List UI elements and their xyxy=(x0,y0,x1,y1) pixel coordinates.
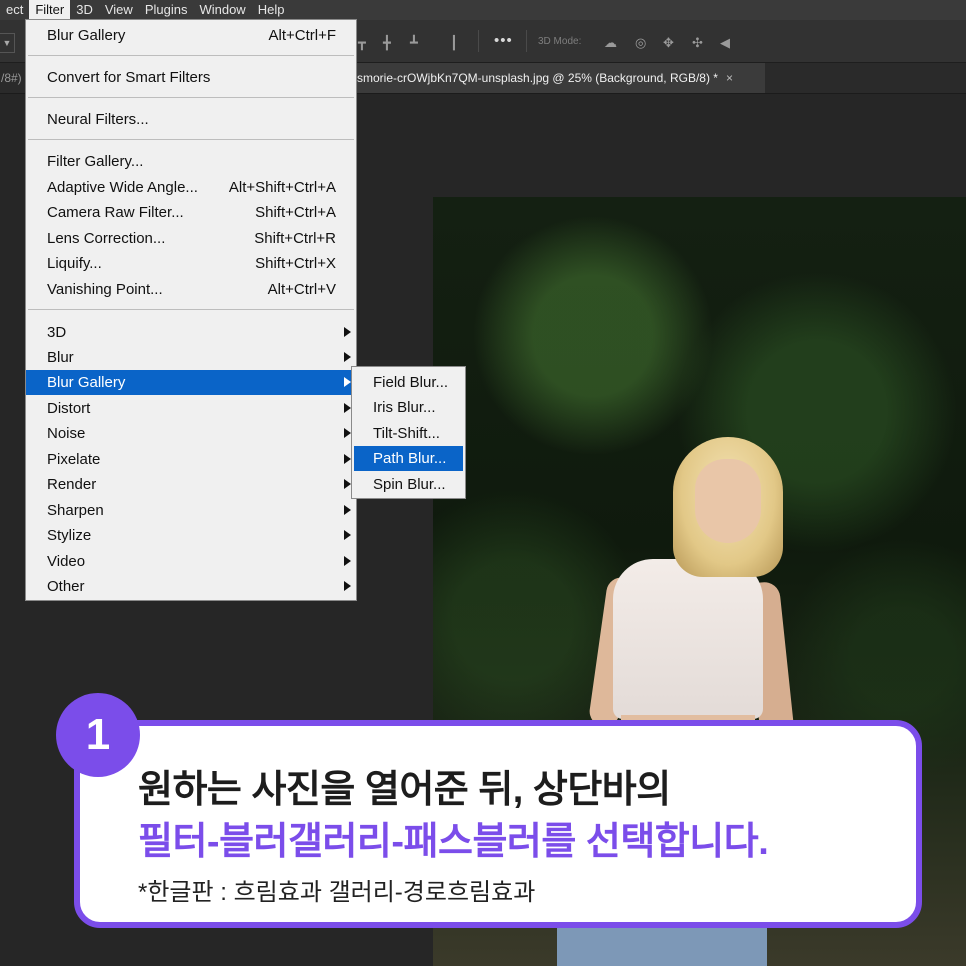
menu-divider xyxy=(28,97,354,98)
align-bottom-icon[interactable]: ┻ xyxy=(410,35,418,51)
menu-item-last-filter[interactable]: Blur Gallery Alt+Ctrl+F xyxy=(26,23,356,48)
submenu-arrow-icon xyxy=(344,454,351,464)
menu-item-neural-filters[interactable]: Neural Filters... xyxy=(26,107,356,132)
filter-menu: Blur Gallery Alt+Ctrl+F Convert for Smar… xyxy=(25,19,357,601)
menu-item-sharpen[interactable]: Sharpen xyxy=(26,498,356,523)
menu-divider xyxy=(28,55,354,56)
menu-item-lens-correction[interactable]: Lens Correction... Shift+Ctrl+R xyxy=(26,226,356,251)
menu-item-convert-smart-filters[interactable]: Convert for Smart Filters xyxy=(26,65,356,90)
menu-item-blur-gallery[interactable]: Blur Gallery xyxy=(26,370,356,395)
menu-divider xyxy=(28,139,354,140)
menu-item-distort[interactable]: Distort xyxy=(26,396,356,421)
step-number-badge: 1 xyxy=(56,693,140,777)
menu-item-render[interactable]: Render xyxy=(26,472,356,497)
submenu-arrow-icon xyxy=(344,428,351,438)
photo-subject xyxy=(695,459,761,543)
photo-subject xyxy=(613,559,763,719)
submenu-item-iris-blur[interactable]: Iris Blur... xyxy=(354,395,463,420)
menu-view[interactable]: View xyxy=(99,0,139,20)
menu-select[interactable]: ect xyxy=(0,0,29,20)
menu-filter[interactable]: Filter xyxy=(29,0,71,20)
mode-3d-label: 3D Mode: xyxy=(538,36,582,47)
instruction-card: 원하는 사진을 열어준 뒤, 상단바의 필터-블러갤러리-패스블러를 선택합니다… xyxy=(74,720,922,928)
menu-item-vanishing-point[interactable]: Vanishing Point... Alt+Ctrl+V xyxy=(26,277,356,302)
camera-3d-icon[interactable]: ◀ xyxy=(720,35,730,51)
submenu-arrow-icon xyxy=(344,377,351,387)
menu-item-pixelate[interactable]: Pixelate xyxy=(26,447,356,472)
menu-item-camera-raw-filter[interactable]: Camera Raw Filter... Shift+Ctrl+A xyxy=(26,200,356,225)
submenu-arrow-icon xyxy=(344,581,351,591)
close-icon[interactable]: × xyxy=(726,71,733,85)
align-top-icon[interactable]: ┳ xyxy=(358,35,366,51)
slide-3d-icon[interactable]: ✣ xyxy=(692,35,703,51)
menu-help[interactable]: Help xyxy=(252,0,291,20)
roll-3d-icon[interactable]: ◎ xyxy=(635,35,646,51)
menu-item-other[interactable]: Other xyxy=(26,574,356,599)
tool-preset-dropdown[interactable]: ▼ xyxy=(0,33,15,53)
submenu-arrow-icon xyxy=(344,505,351,515)
menu-item-liquify[interactable]: Liquify... Shift+Ctrl+X xyxy=(26,251,356,276)
toolbar-divider xyxy=(478,30,479,52)
more-options-icon[interactable]: ••• xyxy=(494,32,513,49)
menu-3d[interactable]: 3D xyxy=(70,0,99,20)
instruction-line-1: 원하는 사진을 열어준 뒤, 상단바의 xyxy=(138,769,671,811)
menu-item-3d[interactable]: 3D xyxy=(26,320,356,345)
instruction-note: *한글판 : 흐림효과 갤러리-경로흐림효과 xyxy=(138,879,536,906)
blur-gallery-submenu: Field Blur... Iris Blur... Tilt-Shift...… xyxy=(351,366,466,499)
submenu-arrow-icon xyxy=(344,403,351,413)
menu-plugins[interactable]: Plugins xyxy=(139,0,194,20)
menu-divider xyxy=(28,309,354,310)
menu-item-filter-gallery[interactable]: Filter Gallery... xyxy=(26,149,356,174)
submenu-arrow-icon xyxy=(344,327,351,337)
tab-previous-document[interactable]: /8#) xyxy=(0,63,22,93)
tab-active-document[interactable]: smorie-crOWjbKn7QM-unsplash.jpg @ 25% (B… xyxy=(345,63,765,93)
instruction-line-2: 필터-블러갤러리-패스블러를 선택합니다. xyxy=(138,821,769,863)
menu-item-video[interactable]: Video xyxy=(26,549,356,574)
orbit-3d-icon[interactable]: ☁ xyxy=(604,35,617,51)
distribute-icon[interactable]: ┃ xyxy=(450,35,458,51)
chevron-down-icon: ▼ xyxy=(2,38,12,48)
menu-window[interactable]: Window xyxy=(193,0,251,20)
submenu-arrow-icon xyxy=(344,530,351,540)
pan-3d-icon[interactable]: ✥ xyxy=(663,35,674,51)
menu-item-stylize[interactable]: Stylize xyxy=(26,523,356,548)
submenu-arrow-icon xyxy=(344,352,351,362)
toolbar-divider xyxy=(526,30,527,52)
menu-item-blur[interactable]: Blur xyxy=(26,345,356,370)
submenu-arrow-icon xyxy=(344,479,351,489)
submenu-item-path-blur[interactable]: Path Blur... xyxy=(354,446,463,471)
menu-item-noise[interactable]: Noise xyxy=(26,421,356,446)
menu-item-adaptive-wide-angle[interactable]: Adaptive Wide Angle... Alt+Shift+Ctrl+A xyxy=(26,175,356,200)
submenu-item-tilt-shift[interactable]: Tilt-Shift... xyxy=(354,421,463,446)
submenu-item-field-blur[interactable]: Field Blur... xyxy=(354,370,463,395)
menu-bar: ect Filter 3D View Plugins Window Help xyxy=(0,0,966,20)
tab-title: smorie-crOWjbKn7QM-unsplash.jpg @ 25% (B… xyxy=(357,71,718,85)
submenu-arrow-icon xyxy=(344,556,351,566)
align-middle-icon[interactable]: ╋ xyxy=(383,35,391,51)
submenu-item-spin-blur[interactable]: Spin Blur... xyxy=(354,472,463,497)
